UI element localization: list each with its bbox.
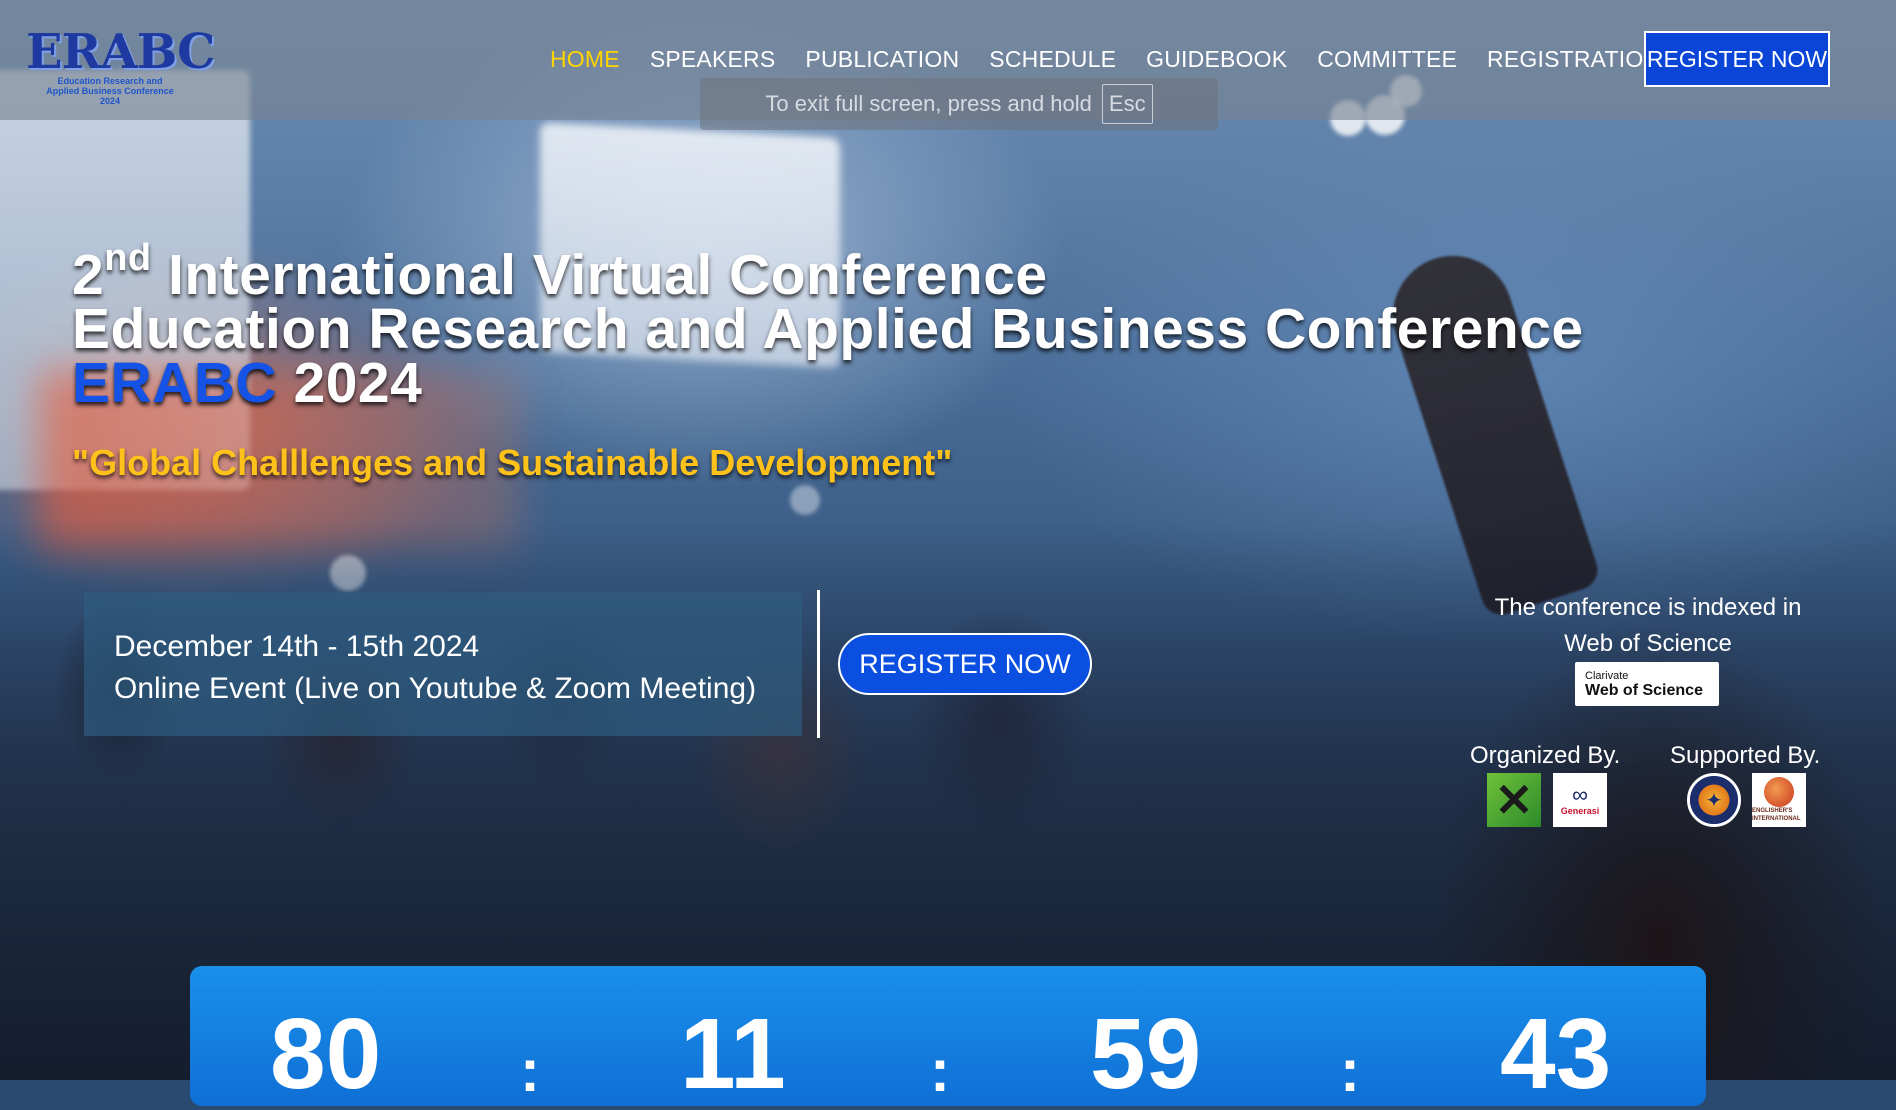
generasi-logo-icon: ∞ Generasi [1553,773,1607,827]
conference-theme-tagline: "Global Challlenges and Sustainable Deve… [72,442,953,483]
title-accent-erabc: ERABC [72,351,278,415]
countdown-days: 80 [270,998,382,1110]
hero-title-line2: Education Research and Applied Business … [72,297,1584,361]
supported-by-label: Supported By. [1670,742,1821,769]
header-register-button[interactable]: REGISTER NOW [1644,31,1830,87]
englisher-logo-text: ENGLISHER'S INTERNATIONAL [1752,808,1801,822]
esc-key-hint: Esc [1101,84,1153,124]
bokeh-light [790,485,820,515]
clarivate-label: Clarivate [1585,669,1629,682]
countdown-timer: 80 : 11 : 59 : 43 [190,966,1706,1106]
event-date: December 14th - 15th 2024 [114,630,480,663]
hero-background-photo [0,0,1896,1080]
organized-by-label: Organized By. [1470,742,1621,769]
countdown-seconds: 43 [1500,998,1612,1110]
countdown-hours: 11 [680,998,786,1110]
site-logo[interactable]: ERABC Education Research and Applied Bus… [26,24,216,106]
englisher-logo-icon: ENGLISHER'S INTERNATIONAL [1752,773,1806,827]
rings-icon: ∞ [1572,782,1588,807]
countdown-separator: : [1340,1037,1360,1104]
countdown-separator: : [930,1037,950,1104]
nav-committee[interactable]: COMMITTEE [1317,46,1457,73]
event-venue: Online Event (Live on Youtube & Zoom Mee… [114,672,757,705]
organizer-x-logo[interactable]: ✕ [1487,773,1541,827]
hero-title-line1: 2nd International Virtual Conference [72,239,1584,304]
x-logo-icon: ✕ [1487,773,1541,827]
nav-publication[interactable]: PUBLICATION [805,46,959,73]
nav-home[interactable]: HOME [550,46,620,73]
indexing-text-line1: The conference is indexed in [1494,594,1802,621]
nav-registration[interactable]: REGISTRATION [1487,46,1660,73]
logo-wordmark: ERABC [26,24,215,80]
supporter-seal-logo[interactable]: ✦ [1687,773,1741,827]
title-year: 2024 [293,351,423,415]
organizer-generasi-logo[interactable]: ∞ Generasi [1553,773,1607,827]
indexing-text-line2: Web of Science [1564,630,1732,657]
fullscreen-notice-text: To exit full screen, press and hold [765,91,1092,116]
hero-register-button[interactable]: REGISTER NOW [838,633,1092,695]
nav-schedule[interactable]: SCHEDULE [989,46,1116,73]
vertical-divider [817,590,820,738]
logo-subtitle: Education Research and Applied Business … [46,76,174,106]
supporter-englisher-logo[interactable]: ENGLISHER'S INTERNATIONAL [1752,773,1806,827]
event-info-box: December 14th - 15th 2024 Online Event (… [84,592,802,736]
generasi-logo-text: Generasi [1560,806,1600,816]
nav-speakers[interactable]: SPEAKERS [650,46,776,73]
web-of-science-badge[interactable]: Clarivate Web of Science [1575,662,1719,706]
nav-guidebook[interactable]: GUIDEBOOK [1146,46,1287,73]
hero-title: 2nd International Virtual Conference Edu… [72,239,1584,412]
countdown-minutes: 59 [1090,998,1202,1110]
ordinal-suffix: nd [104,237,152,279]
hero-title-line3: ERABC 2024 [72,355,1584,412]
seal-logo-icon: ✦ [1690,776,1738,824]
globe-icon [1764,777,1794,807]
wos-label: Web of Science [1585,681,1703,699]
indexing-statement: The conference is indexed in Web of Scie… [1470,590,1826,662]
countdown-separator: : [520,1037,540,1104]
fullscreen-exit-notice: To exit full screen, press and hold Esc [700,78,1218,130]
main-nav: HOME SPEAKERS PUBLICATION SCHEDULE GUIDE… [550,46,1660,73]
